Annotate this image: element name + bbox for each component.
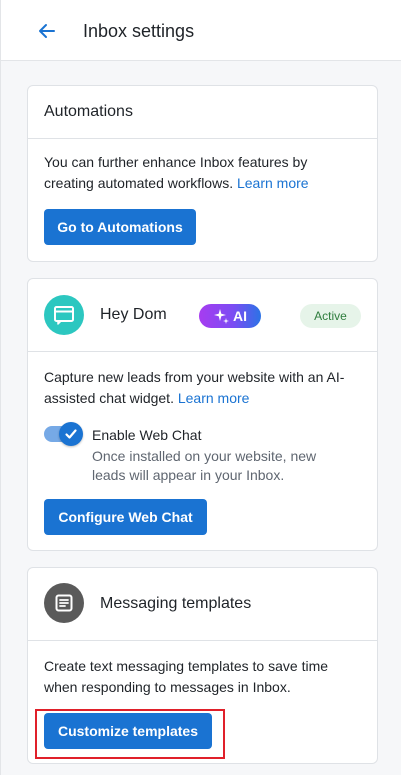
inbox-settings-panel: Inbox settings Automations You can furth… (0, 0, 401, 775)
webchat-card: Hey Dom AI Active Capture new leads from… (27, 278, 378, 551)
configure-web-chat-button[interactable]: Configure Web Chat (44, 499, 207, 535)
webchat-description: Capture new leads from your website with… (44, 369, 345, 406)
toggle-help-text: Once installed on your website, new lead… (92, 448, 317, 483)
ai-badge: AI (199, 304, 261, 328)
toggle-label: Enable Web Chat (92, 427, 202, 443)
arrow-left-icon (39, 24, 55, 38)
templates-description: Create text messaging templates to save … (44, 658, 329, 695)
automations-card: Automations You can further enhance Inbo… (27, 85, 378, 262)
templates-title: Messaging templates (100, 595, 252, 612)
enable-web-chat-toggle[interactable] (44, 422, 83, 446)
automations-card-header: Automations (28, 86, 377, 139)
document-lines-icon (44, 583, 84, 623)
page-title: Inbox settings (83, 21, 195, 41)
checkmark-icon (65, 429, 77, 439)
customize-templates-button[interactable]: Customize templates (44, 713, 212, 749)
webchat-card-header: Hey Dom AI Active (28, 279, 377, 352)
messaging-templates-card: Messaging templates Create text messagin… (27, 567, 378, 764)
go-to-automations-button[interactable]: Go to Automations (44, 209, 196, 245)
sparkle-icon (214, 309, 229, 324)
automations-title: Automations (44, 103, 133, 120)
status-badge: Active (300, 304, 361, 328)
templates-card-header: Messaging templates (28, 568, 377, 641)
automations-learn-more-link[interactable]: Learn more (237, 175, 309, 191)
webchat-learn-more-link[interactable]: Learn more (178, 390, 250, 406)
panel-header: Inbox settings (1, 0, 401, 61)
automations-description: You can further enhance Inbox features b… (44, 154, 309, 191)
toggle-knob (59, 422, 83, 446)
ai-badge-label: AI (233, 308, 247, 324)
webchat-name: Hey Dom (100, 306, 167, 323)
back-button[interactable] (36, 20, 58, 42)
chat-window-icon (44, 295, 84, 335)
